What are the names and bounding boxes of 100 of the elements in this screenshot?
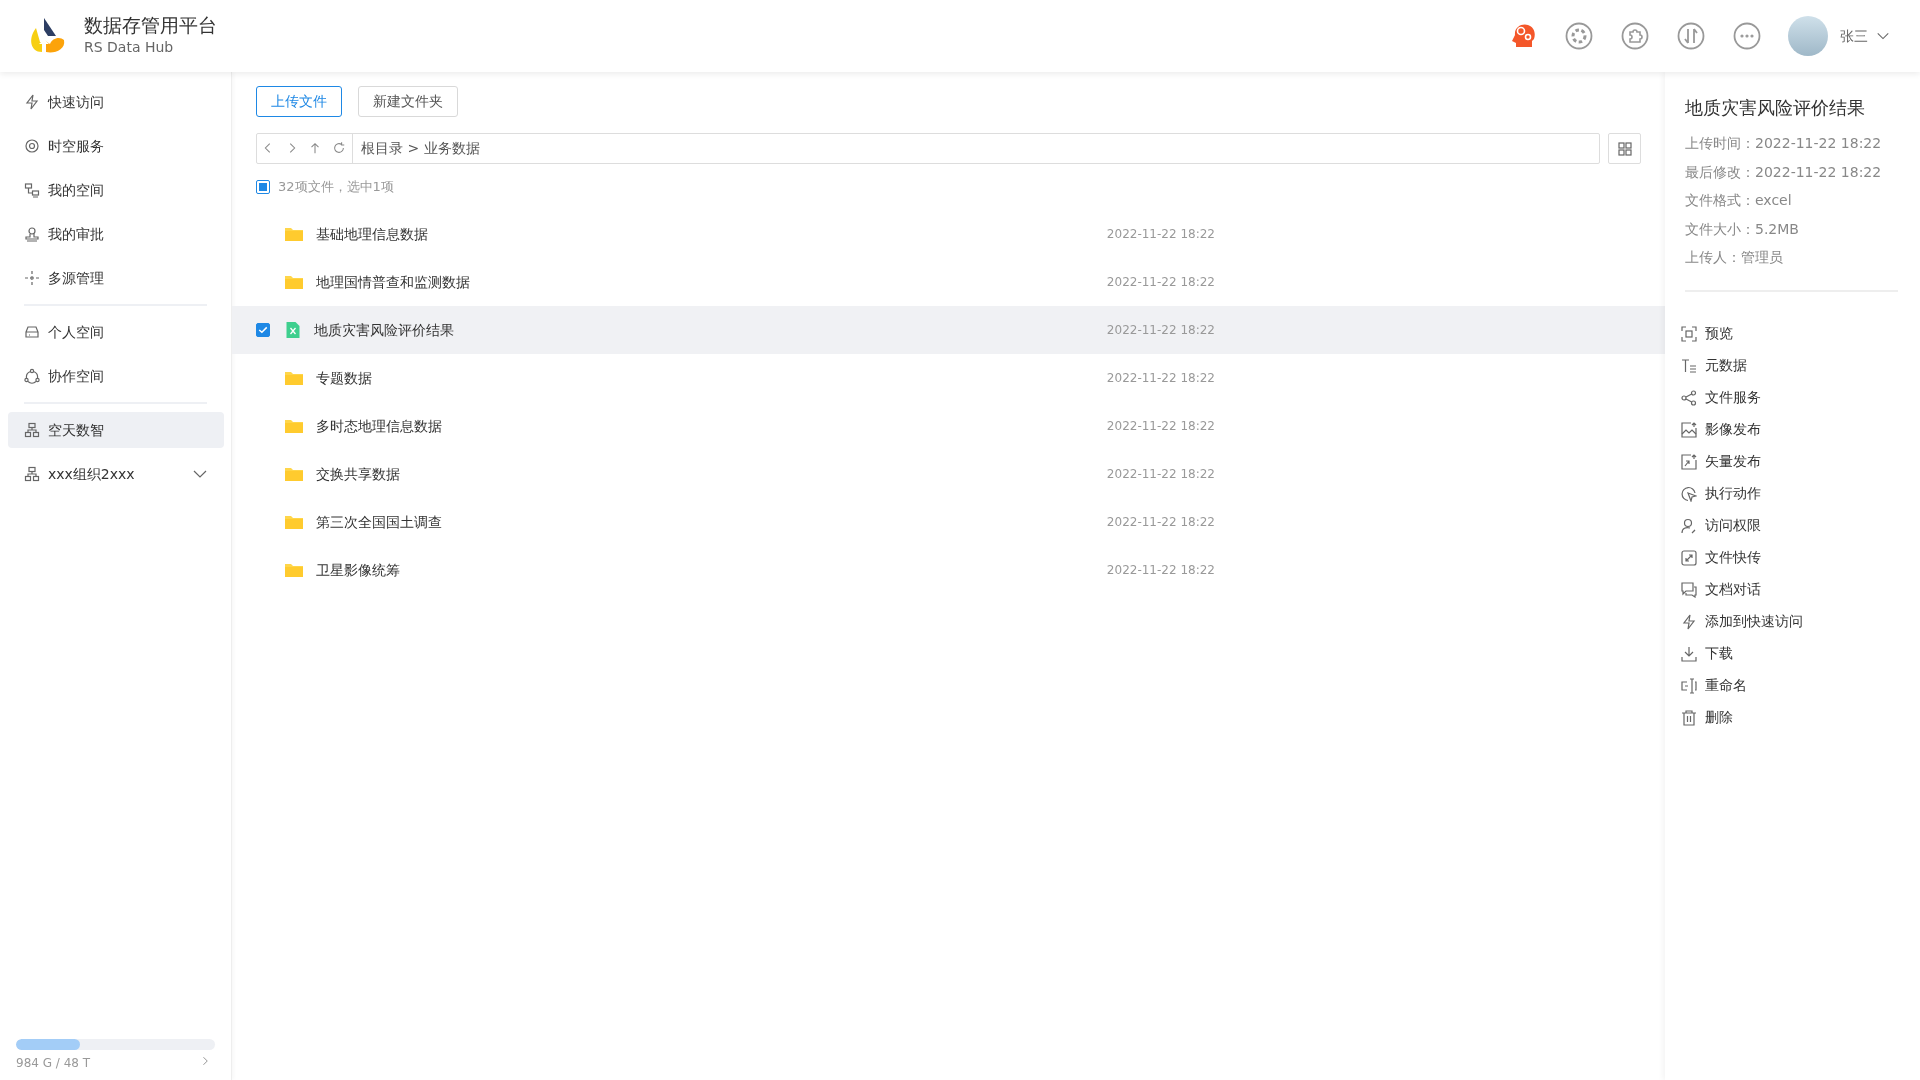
detail-action[interactable]: 执行动作 xyxy=(1685,477,1898,510)
detail-field: 文件大小：5.2MB xyxy=(1685,214,1898,243)
folder-icon xyxy=(284,225,304,243)
new-folder-button[interactable]: 新建文件夹 xyxy=(358,86,458,117)
chart-upload-icon xyxy=(1681,453,1697,470)
detail-action[interactable]: 矢量发布 xyxy=(1685,445,1898,478)
sidebar-item[interactable]: 多源管理 xyxy=(8,260,224,296)
file-row[interactable]: 地理国情普查和监测数据 2022-11-22 18:22 xyxy=(232,258,1665,306)
spreadsheet-file-icon xyxy=(284,321,302,339)
cycle-icon xyxy=(24,368,40,384)
sidebar-item[interactable]: 我的空间 xyxy=(8,172,224,208)
crosshair-icon xyxy=(24,270,40,286)
file-date: 2022-11-22 18:22 xyxy=(1106,418,1215,435)
nodes-icon xyxy=(24,182,40,198)
target-icon xyxy=(24,138,40,154)
more-icon xyxy=(1732,21,1762,51)
file-name: 卫星影像统筹 xyxy=(316,560,400,580)
file-count-text: 32项文件，选中1项 xyxy=(278,178,394,197)
row-checkbox[interactable] xyxy=(256,323,270,337)
detail-action[interactable]: 重命名 xyxy=(1685,669,1898,702)
grid-view-button[interactable] xyxy=(1608,133,1641,164)
sidebar-item[interactable]: 协作空间 xyxy=(8,358,224,394)
file-row[interactable]: 卫星影像统筹 2022-11-22 18:22 xyxy=(232,546,1665,594)
detail-action[interactable]: 文件服务 xyxy=(1685,381,1898,414)
checkmark-icon xyxy=(257,324,269,336)
user-menu-button[interactable]: 张三 xyxy=(1834,24,1896,48)
detail-action[interactable]: 下载 xyxy=(1685,637,1898,670)
sidebar-item[interactable]: 快速访问 xyxy=(8,84,224,120)
drive-icon xyxy=(24,324,40,340)
file-date: 2022-11-22 18:22 xyxy=(1106,274,1215,291)
cursor-circle-icon xyxy=(1681,485,1697,502)
file-row[interactable]: 专题数据 2022-11-22 18:22 xyxy=(232,354,1665,402)
detail-action[interactable]: 文件快传 xyxy=(1685,541,1898,574)
more-button[interactable] xyxy=(1732,21,1762,51)
detail-title: 地质灾害风险评价结果 xyxy=(1685,96,1866,120)
file-row[interactable]: 基础地理信息数据 2022-11-22 18:22 xyxy=(232,210,1665,258)
refresh-icon xyxy=(332,140,347,155)
file-date: 2022-11-22 18:22 xyxy=(1106,466,1215,483)
lightning-icon xyxy=(1681,613,1697,630)
avatar xyxy=(1788,16,1828,56)
transfer-circle-button[interactable] xyxy=(1676,21,1706,51)
storage-text: 984 G / 48 T xyxy=(16,1055,91,1072)
app-subtitle: RS Data Hub xyxy=(84,37,175,57)
select-all-checkbox[interactable] xyxy=(256,180,270,194)
sidebar-item[interactable]: 空天数智 xyxy=(8,412,224,448)
folder-icon xyxy=(284,561,304,579)
detail-action[interactable]: 删除 xyxy=(1685,701,1898,734)
download-icon xyxy=(1681,645,1697,662)
file-date: 2022-11-22 18:22 xyxy=(1106,226,1215,243)
folder-icon xyxy=(284,513,304,531)
detail-field: 上传时间：2022-11-22 18:22 xyxy=(1685,129,1898,158)
detail-action[interactable]: 预览 xyxy=(1685,317,1898,350)
detail-action[interactable]: 影像发布 xyxy=(1685,413,1898,446)
file-name: 交换共享数据 xyxy=(316,464,400,484)
folder-icon xyxy=(284,417,304,435)
puzzle-circle-icon xyxy=(1620,21,1650,51)
sidebar-item[interactable]: xxx组织2xxx xyxy=(8,456,224,492)
folder-icon xyxy=(284,273,304,291)
puzzle-circle-button[interactable] xyxy=(1620,21,1650,51)
file-row[interactable]: 交换共享数据 2022-11-22 18:22 xyxy=(232,450,1665,498)
file-row[interactable]: 地质灾害风险评价结果 2022-11-22 18:22 xyxy=(232,306,1665,354)
share-nodes-icon xyxy=(1681,389,1697,406)
sidebar-item[interactable]: 我的审批 xyxy=(8,216,224,252)
detail-action[interactable]: 元数据 xyxy=(1685,349,1898,382)
file-name: 基础地理信息数据 xyxy=(316,224,428,244)
app-title: 数据存管用平台 xyxy=(84,14,217,37)
file-date: 2022-11-22 18:22 xyxy=(1106,562,1215,579)
file-date: 2022-11-22 18:22 xyxy=(1106,514,1215,531)
sidebar-item[interactable]: 时空服务 xyxy=(8,128,224,164)
sidebar-item[interactable]: 个人空间 xyxy=(8,314,224,350)
circle-star-button[interactable] xyxy=(1564,21,1594,51)
detail-field: 文件格式：excel xyxy=(1685,186,1898,215)
file-name: 多时态地理信息数据 xyxy=(316,416,442,436)
detail-field: 上传人：管理员 xyxy=(1685,243,1898,272)
file-date: 2022-11-22 18:22 xyxy=(1106,322,1215,339)
text-lines-icon xyxy=(1681,357,1697,374)
transfer-circle-icon xyxy=(1676,21,1706,51)
detail-action[interactable]: 添加到快速访问 xyxy=(1685,605,1898,638)
detail-field: 最后修改：2022-11-22 18:22 xyxy=(1685,157,1898,186)
detail-action[interactable]: 文档对话 xyxy=(1685,573,1898,606)
image-upload-icon xyxy=(1681,421,1697,438)
folder-icon xyxy=(284,369,304,387)
frame-icon xyxy=(1681,325,1697,342)
trash-icon xyxy=(1681,709,1697,726)
file-name: 地质灾害风险评价结果 xyxy=(314,320,454,340)
swap-square-icon xyxy=(1681,549,1697,566)
file-row[interactable]: 多时态地理信息数据 2022-11-22 18:22 xyxy=(232,402,1665,450)
hierarchy-icon xyxy=(24,466,40,482)
file-date: 2022-11-22 18:22 xyxy=(1106,370,1215,387)
file-row[interactable]: 第三次全国国土调查 2022-11-22 18:22 xyxy=(232,498,1665,546)
lightning-icon xyxy=(24,94,40,110)
detail-action[interactable]: 访问权限 xyxy=(1685,509,1898,542)
file-name: 专题数据 xyxy=(316,368,372,388)
rename-icon xyxy=(1681,677,1697,694)
upload-button[interactable]: 上传文件 xyxy=(256,86,342,117)
grid-icon xyxy=(1616,140,1633,157)
path-bar[interactable]: 根目录 > 业务数据 xyxy=(256,133,1600,164)
file-name: 地理国情普查和监测数据 xyxy=(316,272,470,292)
file-name: 第三次全国国土调查 xyxy=(316,512,442,532)
chat-bubbles-icon xyxy=(1681,581,1697,598)
